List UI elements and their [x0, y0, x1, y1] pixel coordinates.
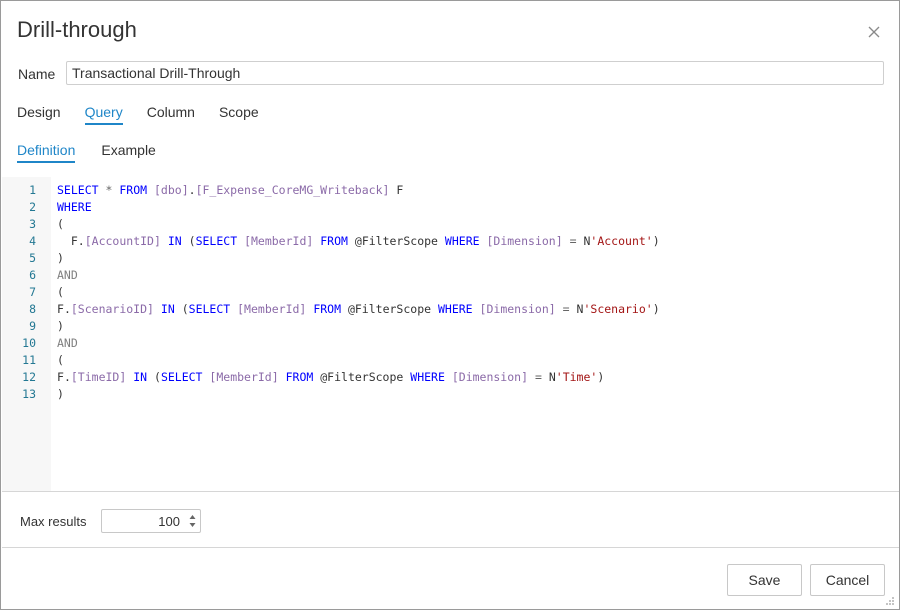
cancel-button[interactable]: Cancel [810, 564, 885, 596]
code-line[interactable]: 10 AND [2, 335, 899, 352]
line-number: 1 [29, 183, 36, 197]
line-number: 8 [29, 302, 36, 316]
dialog-title: Drill-through [17, 17, 137, 42]
code-text[interactable]: AND [57, 335, 78, 352]
code-text[interactable]: F.[ScenarioID] IN (SELECT [MemberId] FRO… [57, 301, 660, 318]
max-results-label: Max results [20, 514, 87, 529]
subtab-definition[interactable]: Definition [17, 142, 76, 163]
line-number: 6 [29, 268, 36, 282]
code-text[interactable]: AND [57, 267, 78, 284]
main-tabs: Design Query Column Scope [17, 104, 283, 125]
code-text[interactable]: ( [57, 352, 64, 369]
tab-scope[interactable]: Scope [219, 104, 259, 125]
drill-through-dialog: Drill-through Name Design Query Column S… [0, 0, 900, 610]
code-line[interactable]: 9) [2, 318, 899, 335]
code-text[interactable]: ) [57, 386, 64, 403]
divider-top [2, 491, 899, 492]
code-text[interactable]: F.[AccountID] IN (SELECT [MemberId] FROM… [57, 233, 660, 250]
subtab-example[interactable]: Example [101, 142, 155, 163]
code-line[interactable]: 8 F.[ScenarioID] IN (SELECT [MemberId] FR… [2, 301, 899, 318]
code-line[interactable]: 12 F.[TimeID] IN (SELECT [MemberId] FROM … [2, 369, 899, 386]
code-line[interactable]: 3( [2, 216, 899, 233]
line-number: 10 [22, 336, 36, 350]
code-line[interactable]: 7( [2, 284, 899, 301]
divider-bottom [2, 547, 899, 548]
line-number: 2 [29, 200, 36, 214]
line-number: 7 [29, 285, 36, 299]
code-text[interactable]: ( [57, 216, 64, 233]
resize-grip-icon[interactable] [885, 596, 895, 606]
line-number: 9 [29, 319, 36, 333]
name-input[interactable] [66, 61, 884, 85]
code-line[interactable]: 11 ( [2, 352, 899, 369]
line-number: 4 [29, 234, 36, 248]
line-number: 5 [29, 251, 36, 265]
code-text[interactable]: ) [57, 318, 64, 335]
spinner-arrows-icon[interactable] [188, 512, 197, 530]
tab-query[interactable]: Query [84, 104, 123, 125]
max-results-stepper[interactable]: 100 [101, 509, 201, 533]
max-results-value[interactable]: 100 [158, 514, 180, 529]
query-subtabs: Definition Example [17, 142, 182, 163]
code-text[interactable]: SELECT * FROM [dbo].[F_Expense_CoreMG_Wr… [57, 182, 403, 199]
code-text[interactable]: F.[TimeID] IN (SELECT [MemberId] FROM @F… [57, 369, 604, 386]
line-number: 12 [22, 370, 36, 384]
code-line[interactable]: 6 AND [2, 267, 899, 284]
code-line[interactable]: 5) [2, 250, 899, 267]
name-label: Name [18, 66, 56, 82]
code-line[interactable]: 2 WHERE [2, 199, 899, 216]
save-button[interactable]: Save [727, 564, 802, 596]
line-number: 3 [29, 217, 36, 231]
code-line[interactable]: 13) [2, 386, 899, 403]
line-number: 11 [22, 353, 36, 367]
sql-code-editor[interactable]: 1 SELECT * FROM [dbo].[F_Expense_CoreMG_W… [2, 177, 899, 492]
code-text[interactable]: WHERE [57, 199, 92, 216]
line-number: 13 [22, 387, 36, 401]
tab-column[interactable]: Column [147, 104, 195, 125]
code-line[interactable]: 4 F.[AccountID] IN (SELECT [MemberId] FR… [2, 233, 899, 250]
code-text[interactable]: ) [57, 250, 64, 267]
code-line[interactable]: 1 SELECT * FROM [dbo].[F_Expense_CoreMG_W… [2, 182, 899, 199]
code-text[interactable]: ( [57, 284, 64, 301]
close-icon[interactable] [865, 23, 883, 41]
tab-design[interactable]: Design [17, 104, 61, 125]
